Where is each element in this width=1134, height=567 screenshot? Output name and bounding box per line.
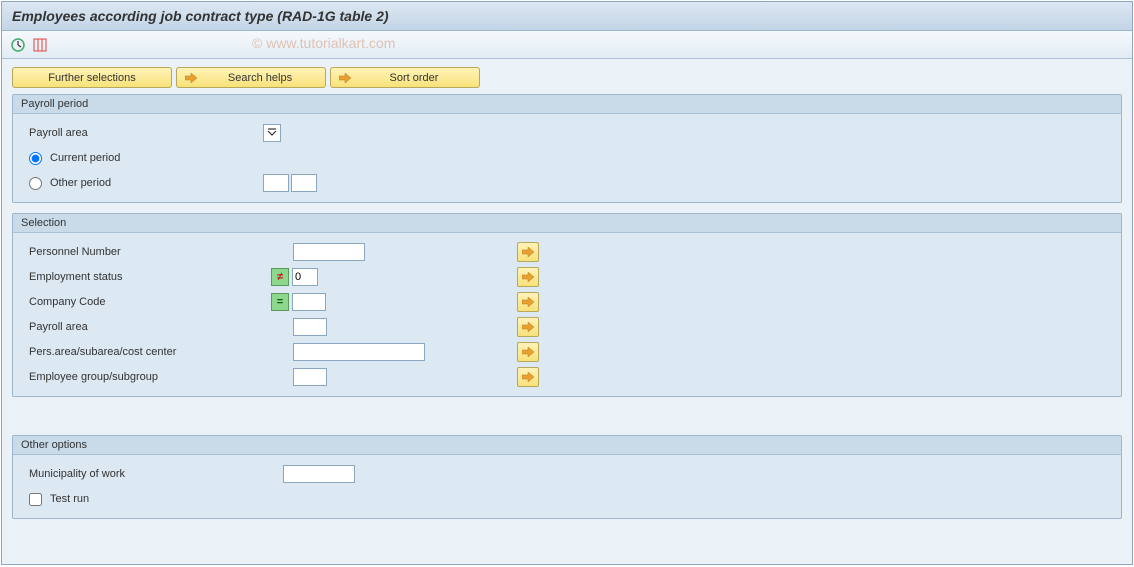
arrow-right-icon — [522, 247, 534, 257]
sort-order-button[interactable]: Sort order — [330, 67, 480, 88]
personnel-number-input[interactable] — [293, 243, 365, 261]
company-code-input[interactable] — [292, 293, 326, 311]
employee-group-more-button[interactable] — [517, 367, 539, 387]
pers-area-input[interactable] — [293, 343, 425, 361]
equal-indicator[interactable]: = — [271, 293, 289, 311]
payroll-area-label: Payroll area — [23, 127, 263, 139]
personnel-number-more-button[interactable] — [517, 242, 539, 262]
employee-group-input[interactable] — [293, 368, 327, 386]
not-equal-indicator[interactable]: ≠ — [271, 268, 289, 286]
arrow-right-icon — [522, 322, 534, 332]
selection-group: Selection Personnel Number Employment st… — [12, 213, 1122, 397]
employment-status-more-button[interactable] — [517, 267, 539, 287]
other-period-radio-label[interactable]: Other period — [23, 177, 263, 190]
test-run-checkbox[interactable] — [29, 493, 42, 506]
page-title: Employees according job contract type (R… — [12, 8, 389, 24]
arrow-right-icon — [522, 272, 534, 282]
variant-icon[interactable] — [32, 37, 48, 53]
title-bar: Employees according job contract type (R… — [2, 2, 1132, 31]
search-helps-button[interactable]: Search helps — [176, 67, 326, 88]
execute-icon[interactable] — [10, 37, 26, 53]
watermark: © www.tutorialkart.com — [252, 35, 395, 51]
pers-area-label: Pers.area/subarea/cost center — [23, 346, 263, 358]
employee-group-label: Employee group/subgroup — [23, 371, 263, 383]
pers-area-more-button[interactable] — [517, 342, 539, 362]
current-period-radio[interactable] — [29, 152, 42, 165]
arrow-right-icon — [339, 73, 351, 83]
arrow-right-icon — [185, 73, 197, 83]
personnel-number-label: Personnel Number — [23, 246, 263, 258]
other-period-radio[interactable] — [29, 177, 42, 190]
further-selections-button[interactable]: Further selections — [12, 67, 172, 88]
arrow-right-icon — [522, 372, 534, 382]
payroll-period-group: Payroll period Payroll area Current peri… — [12, 94, 1122, 203]
group-title: Other options — [13, 436, 1121, 455]
group-title: Selection — [13, 214, 1121, 233]
selection-payroll-area-label: Payroll area — [23, 321, 263, 333]
company-code-label: Company Code — [23, 296, 263, 308]
selection-payroll-area-input[interactable] — [293, 318, 327, 336]
test-run-checkbox-label[interactable]: Test run — [23, 493, 263, 506]
payroll-area-dropdown[interactable] — [263, 124, 281, 142]
municipality-label: Municipality of work — [23, 468, 283, 480]
toolbar: © www.tutorialkart.com — [2, 31, 1132, 59]
employment-status-input[interactable] — [292, 268, 318, 286]
action-button-row: Further selections Search helps Sort ord… — [12, 67, 1122, 88]
company-code-more-button[interactable] — [517, 292, 539, 312]
municipality-input[interactable] — [283, 465, 355, 483]
arrow-right-icon — [522, 347, 534, 357]
group-title: Payroll period — [13, 95, 1121, 114]
selection-payroll-area-more-button[interactable] — [517, 317, 539, 337]
other-period-field-2[interactable] — [291, 174, 317, 192]
employment-status-label: Employment status — [23, 271, 263, 283]
arrow-right-icon — [522, 297, 534, 307]
other-period-field-1[interactable] — [263, 174, 289, 192]
other-options-group: Other options Municipality of work Test … — [12, 435, 1122, 519]
current-period-radio-label[interactable]: Current period — [23, 152, 263, 165]
